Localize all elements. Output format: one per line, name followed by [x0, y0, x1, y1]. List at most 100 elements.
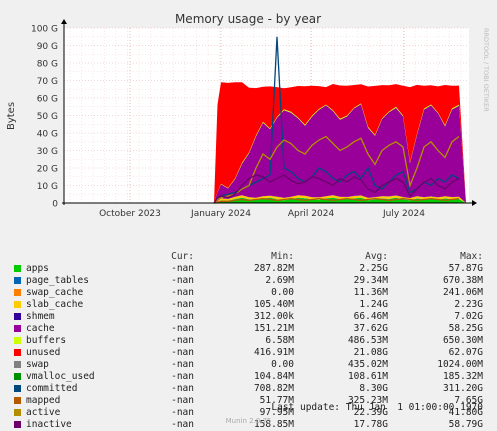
legend-row-shmem: shmem -nan 312.00k 66.46M 7.02G [0, 311, 497, 323]
legend-name: mapped [26, 395, 61, 406]
legend-cur: -nan [171, 311, 194, 322]
legend-swatch [14, 349, 21, 356]
legend-min: 104.84M [253, 371, 294, 382]
legend-avg: 1.24G [359, 299, 388, 310]
legend-name: slab_cache [26, 299, 84, 310]
y-tick-label: 0 [52, 200, 58, 210]
legend-max: 57.87G [448, 263, 483, 274]
legend-name: unused [26, 347, 61, 358]
legend-swatch [14, 337, 21, 344]
legend-avg: 37.62G [353, 323, 388, 334]
y-tick-label: 40 G [37, 130, 58, 140]
legend-avg: 29.34M [353, 275, 388, 286]
legend-min: 312.00k [253, 311, 294, 322]
legend-cur: -nan [171, 263, 194, 274]
legend-cur: -nan [171, 347, 194, 358]
legend-cur: -nan [171, 335, 194, 346]
legend-min: 416.91M [253, 347, 294, 358]
legend-max: 650.30M [442, 335, 483, 346]
watermark: RRDTOOL / TOBI OETIKER [482, 28, 490, 112]
legend-min: 6.58M [265, 335, 294, 346]
legend-avg: 8.30G [359, 383, 388, 394]
legend-swatch [14, 289, 21, 296]
legend-row-swap-cache: swap_cache -nan 0.00 11.36M 241.06M [0, 287, 497, 299]
legend-name: swap_cache [26, 287, 84, 298]
legend-row-swap: swap -nan 0.00 435.02M 1024.00M [0, 359, 497, 371]
legend-header: Cur: Min: Avg: Max: [0, 251, 497, 263]
legend-swatch [14, 265, 21, 272]
legend-min: 708.82M [253, 383, 294, 394]
legend-name: committed [26, 383, 78, 394]
legend-cur: -nan [171, 383, 194, 394]
legend-avg: 66.46M [353, 311, 388, 322]
legend-swatch [14, 385, 21, 392]
y-tick-label: 70 G [37, 77, 58, 87]
legend-min: 151.21M [253, 323, 294, 334]
legend-max: 58.25G [448, 323, 483, 334]
legend-max: 7.02G [454, 311, 483, 322]
last-update: Last update: Thu Jan 1 01:00:00 1970 [271, 402, 483, 413]
legend-min: 0.00 [271, 359, 294, 370]
x-tick-label: April 2024 [288, 209, 335, 219]
legend-header-cur: Cur: [171, 251, 194, 262]
legend-row-committed: committed -nan 708.82M 8.30G 311.20G [0, 383, 497, 395]
x-axis-arrow [472, 200, 477, 206]
legend-max: 185.32M [442, 371, 483, 382]
legend-max: 241.06M [442, 287, 483, 298]
legend-cur: -nan [171, 395, 194, 406]
legend-swatch [14, 277, 21, 284]
legend-swatch [14, 397, 21, 404]
memory-chart: 0 10 G 20 G 30 G 40 G 50 G 60 G 70 G 80 G 90 G 100… [6, 12, 490, 219]
legend-cur: -nan [171, 275, 194, 286]
legend-row-apps: apps -nan 287.82M 2.25G 57.87G [0, 263, 497, 275]
y-tick-labels: 0 10 G 20 G 30 G 40 G 50 G 60 G 70 G 80 G 90 G 100… [31, 25, 58, 210]
legend-name: cache [26, 323, 55, 334]
legend-row-buffers: buffers -nan 6.58M 486.53M 650.30M [0, 335, 497, 347]
legend-name: swap [26, 359, 49, 370]
stacked-areas [214, 82, 466, 203]
y-tick-label: 90 G [37, 42, 58, 52]
legend-swatch [14, 325, 21, 332]
legend-name: apps [26, 263, 49, 274]
legend-swatch [14, 301, 21, 308]
legend-name: shmem [26, 311, 55, 322]
legend-swatch [14, 361, 21, 368]
legend-avg: 2.25G [359, 263, 388, 274]
y-tick-label: 20 G [37, 165, 58, 175]
y-tick-label: 50 G [37, 112, 58, 122]
legend-avg: 21.08G [353, 347, 388, 358]
legend-row-cache: cache -nan 151.21M 37.62G 58.25G [0, 323, 497, 335]
legend-name: buffers [26, 335, 67, 346]
legend-avg: 486.53M [347, 335, 388, 346]
legend-max: 311.20G [442, 383, 483, 394]
legend-cur: -nan [171, 371, 194, 382]
y-tick-label: 30 G [37, 147, 58, 157]
legend-max: 62.07G [448, 347, 483, 358]
legend-max: 670.38M [442, 275, 483, 286]
y-tick-label: 80 G [37, 60, 58, 70]
y-axis-arrow [61, 19, 67, 24]
legend-min: 0.00 [271, 287, 294, 298]
legend-cur: -nan [171, 323, 194, 334]
x-tick-label: July 2024 [382, 209, 425, 219]
legend-name: vmalloc_used [26, 371, 95, 382]
legend-avg: 108.61M [347, 371, 388, 382]
legend-row-unused: unused -nan 416.91M 21.08G 62.07G [0, 347, 497, 359]
legend-max: 1024.00M [437, 359, 483, 370]
legend-min: 2.69M [265, 275, 294, 286]
legend-name: page_tables [26, 275, 89, 286]
legend-cur: -nan [171, 299, 194, 310]
munin-version: Munin 2.0.75 [225, 417, 272, 425]
legend-avg: 435.02M [347, 359, 388, 370]
x-tick-label: January 2024 [190, 209, 251, 219]
legend-row-vmalloc-used: vmalloc_used -nan 104.84M 108.61M 185.32M [0, 371, 497, 383]
x-tick-label: October 2023 [99, 209, 161, 219]
legend-min: 105.40M [253, 299, 294, 310]
legend-row-page-tables: page_tables -nan 2.69M 29.34M 670.38M [0, 275, 497, 287]
legend-swatch [14, 409, 21, 416]
legend-cur: -nan [171, 287, 194, 298]
legend-header-avg: Avg: [365, 251, 388, 262]
legend-min: 287.82M [253, 263, 294, 274]
chart-title: Memory usage - by year [175, 12, 321, 26]
legend-cur: -nan [171, 359, 194, 370]
